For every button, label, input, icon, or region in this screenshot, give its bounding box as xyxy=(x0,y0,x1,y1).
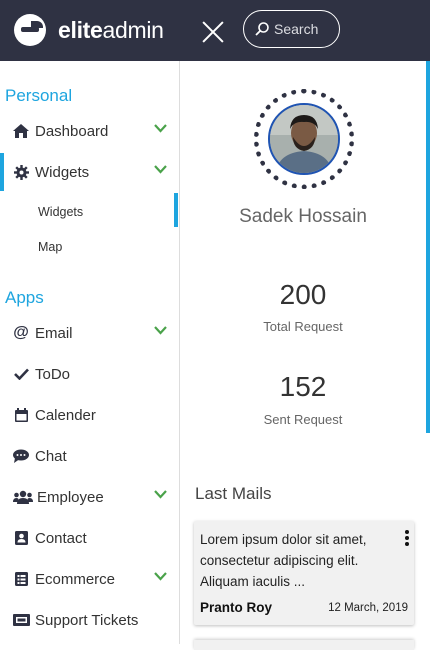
mail-date: 12 March, 2019 xyxy=(328,602,408,614)
section-apps: Apps xyxy=(5,288,44,307)
chevron-down-icon xyxy=(154,124,167,133)
check-icon xyxy=(13,368,29,380)
last-mails-title: Last Mails xyxy=(195,484,272,503)
sidebar-item-contact[interactable]: Contact xyxy=(0,519,179,557)
sidebar-item-label: Employee xyxy=(37,488,104,506)
section-personal: Personal xyxy=(5,86,73,105)
mail-author: Pranto Roy xyxy=(200,600,273,615)
sidebar-item-todo[interactable]: ToDo xyxy=(0,355,179,393)
app-logo[interactable]: eliteadmin xyxy=(14,14,164,46)
logo-text: eliteadmin xyxy=(58,16,164,43)
sidebar-item-email[interactable]: @ Email xyxy=(0,314,179,352)
at-icon: @ xyxy=(13,324,29,341)
chevron-down-icon xyxy=(154,490,167,499)
scroll-indicator[interactable] xyxy=(426,61,430,433)
sidebar-item-ecommerce[interactable]: Ecommerce xyxy=(0,560,179,598)
logo-icon xyxy=(14,14,46,46)
total-request-label: Total Request xyxy=(263,319,343,334)
sidebar-subitem-widgets[interactable]: Widgets xyxy=(38,205,83,219)
sent-request-label: Sent Request xyxy=(263,412,343,427)
home-icon xyxy=(13,124,29,138)
mail-card[interactable] xyxy=(194,640,414,650)
users-icon xyxy=(13,490,33,504)
search-icon xyxy=(255,22,269,36)
more-vertical-icon[interactable] xyxy=(405,530,409,548)
sidebar-item-label: Support Tickets xyxy=(35,611,139,629)
sidebar-item-support-tickets[interactable]: Support Tickets xyxy=(0,601,179,639)
top-bar: eliteadmin xyxy=(0,0,430,61)
sidebar-item-calender[interactable]: Calender xyxy=(0,396,179,434)
mail-card[interactable]: Lorem ipsum dolor sit amet, consectetur … xyxy=(194,521,414,625)
chevron-down-icon xyxy=(154,165,167,174)
sidebar-item-employee[interactable]: Employee xyxy=(0,478,179,516)
sidebar-item-label: Widgets xyxy=(35,163,90,181)
mail-preview-text: Lorem ipsum dolor sit amet, consectetur … xyxy=(200,532,367,589)
sidebar-item-widgets[interactable]: Widgets xyxy=(0,153,179,191)
active-subitem-indicator xyxy=(174,193,178,227)
chat-icon xyxy=(13,449,29,463)
sidebar-item-label: ToDo xyxy=(35,365,71,383)
chevron-down-icon xyxy=(154,572,167,581)
close-sidebar-icon[interactable] xyxy=(201,20,225,44)
sidebar-item-label: Chat xyxy=(35,447,67,465)
profile-name: Sadek Hossain xyxy=(239,206,367,227)
total-request-count: 200 xyxy=(279,279,327,310)
sidebar-item-label: Dashboard xyxy=(35,122,109,140)
sidebar-subitem-map[interactable]: Map xyxy=(38,240,62,254)
avatar[interactable] xyxy=(268,103,340,175)
sidebar-item-label: Ecommerce xyxy=(35,570,116,588)
list-icon xyxy=(13,572,29,586)
chevron-down-icon xyxy=(154,326,167,335)
search-box[interactable] xyxy=(243,10,340,48)
sidebar-item-chat[interactable]: Chat xyxy=(0,437,179,475)
search-input[interactable] xyxy=(274,21,334,37)
sent-request-count: 152 xyxy=(279,371,327,402)
sidebar-item-dashboard[interactable]: Dashboard xyxy=(0,112,179,150)
sidebar-item-label: Calender xyxy=(35,406,96,424)
avatar-photo xyxy=(270,105,338,173)
sidebar-item-label: Contact xyxy=(35,529,87,547)
gear-icon xyxy=(13,164,29,180)
calendar-icon xyxy=(13,408,29,422)
contact-card-icon xyxy=(13,531,29,545)
ticket-icon xyxy=(13,614,30,626)
sidebar-item-label: Email xyxy=(35,324,73,342)
